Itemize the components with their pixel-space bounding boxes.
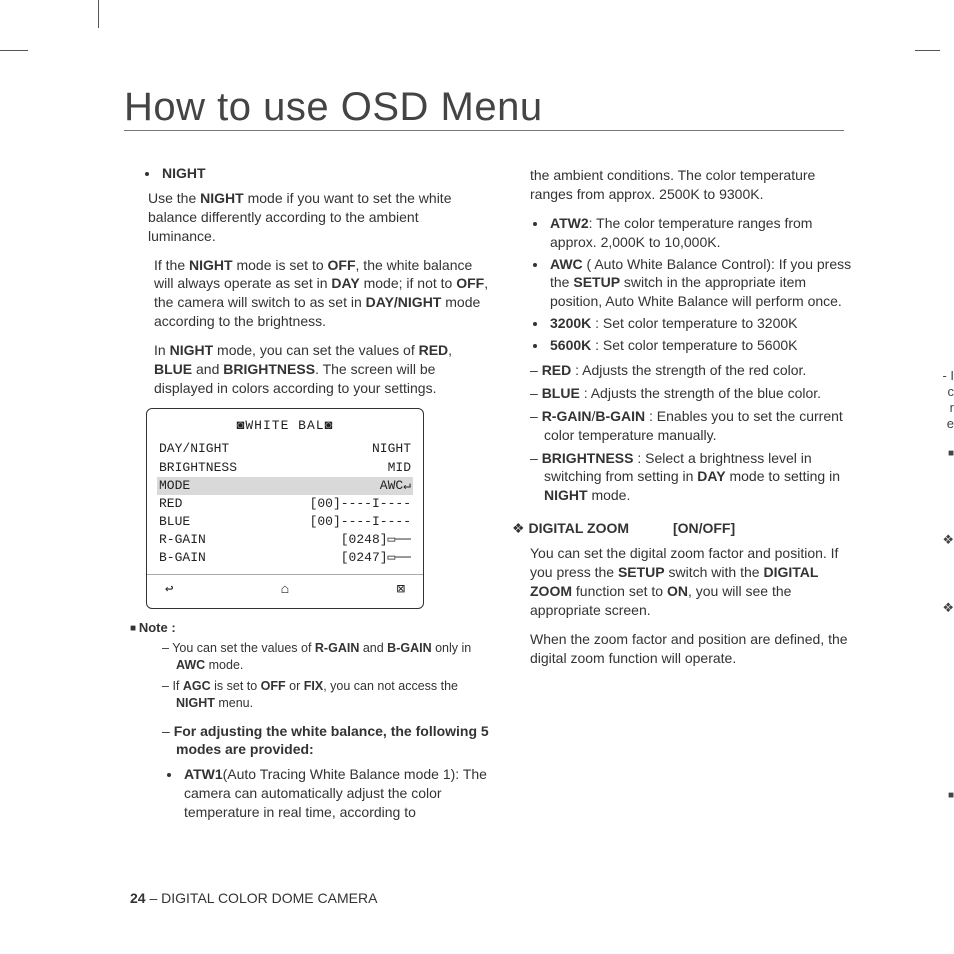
item-blue: BLUE : Adjusts the strength of the blue … [530, 384, 852, 403]
book-title: DIGITAL COLOR DOME CAMERA [161, 890, 377, 906]
edge-fragment: - I [942, 368, 954, 383]
mode-3200k: 3200K : Set color temperature to 3200K [548, 314, 852, 333]
edge-fragment: ❖ [942, 532, 954, 548]
page: How to use OSD Menu NIGHT Use the NIGHT … [0, 0, 954, 954]
night-heading-text: NIGHT [162, 165, 206, 181]
item-gain: R-GAIN/B-GAIN : Enables you to set the c… [530, 407, 852, 445]
osd-rows: DAY/NIGHTNIGHT BRIGHTNESSMID MODEAWC↵ RE… [157, 440, 413, 567]
crop-mark [915, 50, 940, 51]
edge-fragment: c [948, 384, 954, 399]
edge-fragment: ■ [948, 448, 954, 459]
osd-row: BLUE[00]----I---- [157, 513, 413, 531]
crop-mark [0, 50, 28, 51]
back-icon: ↩ [165, 581, 173, 600]
night-heading: NIGHT [160, 164, 490, 183]
atw1-continued: the ambient conditions. The color temper… [530, 166, 852, 204]
digital-zoom-heading: DIGITAL ZOOM [ON/OFF] [512, 519, 852, 538]
home-icon: ⌂ [281, 581, 289, 600]
osd-row: BRIGHTNESSMID [157, 459, 413, 477]
body-columns: NIGHT Use the NIGHT mode if you want to … [130, 160, 870, 828]
item-brightness: BRIGHTNESS : Select a brightness level i… [530, 449, 852, 506]
osd-footer-icons: ↩ ⌂ ⊠ [157, 579, 413, 600]
night-paragraph-1: Use the NIGHT mode if you want to set th… [148, 189, 490, 246]
note-item: You can set the values of R-GAIN and B-G… [162, 640, 490, 674]
page-title: How to use OSD Menu [124, 85, 844, 131]
mode-atw1: ATW1(Auto Tracing White Balance mode 1):… [182, 765, 490, 822]
night-paragraph-3: In NIGHT mode, you can set the values of… [154, 341, 490, 398]
adjust-heading: For adjusting the white balance, the fol… [162, 722, 490, 760]
osd-title: ◙WHITE BAL◙ [157, 417, 413, 435]
edge-fragment: r [950, 400, 954, 415]
night-paragraph-2: If the NIGHT mode is set to OFF, the whi… [154, 256, 490, 332]
osd-row: DAY/NIGHTNIGHT [157, 440, 413, 458]
osd-row-highlighted: MODEAWC↵ [157, 477, 413, 495]
osd-row: R-GAIN[0248]▭── [157, 531, 413, 549]
note-heading: Note : [130, 619, 490, 637]
mode-5600k: 5600K : Set color temperature to 5600K [548, 336, 852, 355]
mode-awc: AWC ( Auto White Balance Control): If yo… [548, 255, 852, 312]
osd-panel: ◙WHITE BAL◙ DAY/NIGHTNIGHT BRIGHTNESSMID… [146, 408, 424, 609]
crop-mark [98, 0, 99, 28]
note-item: If AGC is set to OFF or FIX, you can not… [162, 678, 490, 712]
item-red: RED : Adjusts the strength of the red co… [530, 361, 852, 380]
osd-row: RED[00]----I---- [157, 495, 413, 513]
digital-zoom-p2: When the zoom factor and position are de… [530, 630, 852, 668]
page-number: 24 [130, 890, 146, 906]
page-footer: 24 – DIGITAL COLOR DOME CAMERA [130, 890, 377, 906]
right-column: the ambient conditions. The color temper… [512, 160, 852, 828]
digital-zoom-p1: You can set the digital zoom factor and … [530, 544, 852, 620]
edge-fragment: ❖ [942, 600, 954, 616]
osd-row: B-GAIN[0247]▭── [157, 549, 413, 567]
close-icon: ⊠ [397, 581, 405, 600]
edge-fragment: ■ [948, 790, 954, 801]
left-column: NIGHT Use the NIGHT mode if you want to … [130, 160, 490, 828]
mode-atw2: ATW2: The color temperature ranges from … [548, 214, 852, 252]
edge-fragment: e [947, 416, 954, 431]
